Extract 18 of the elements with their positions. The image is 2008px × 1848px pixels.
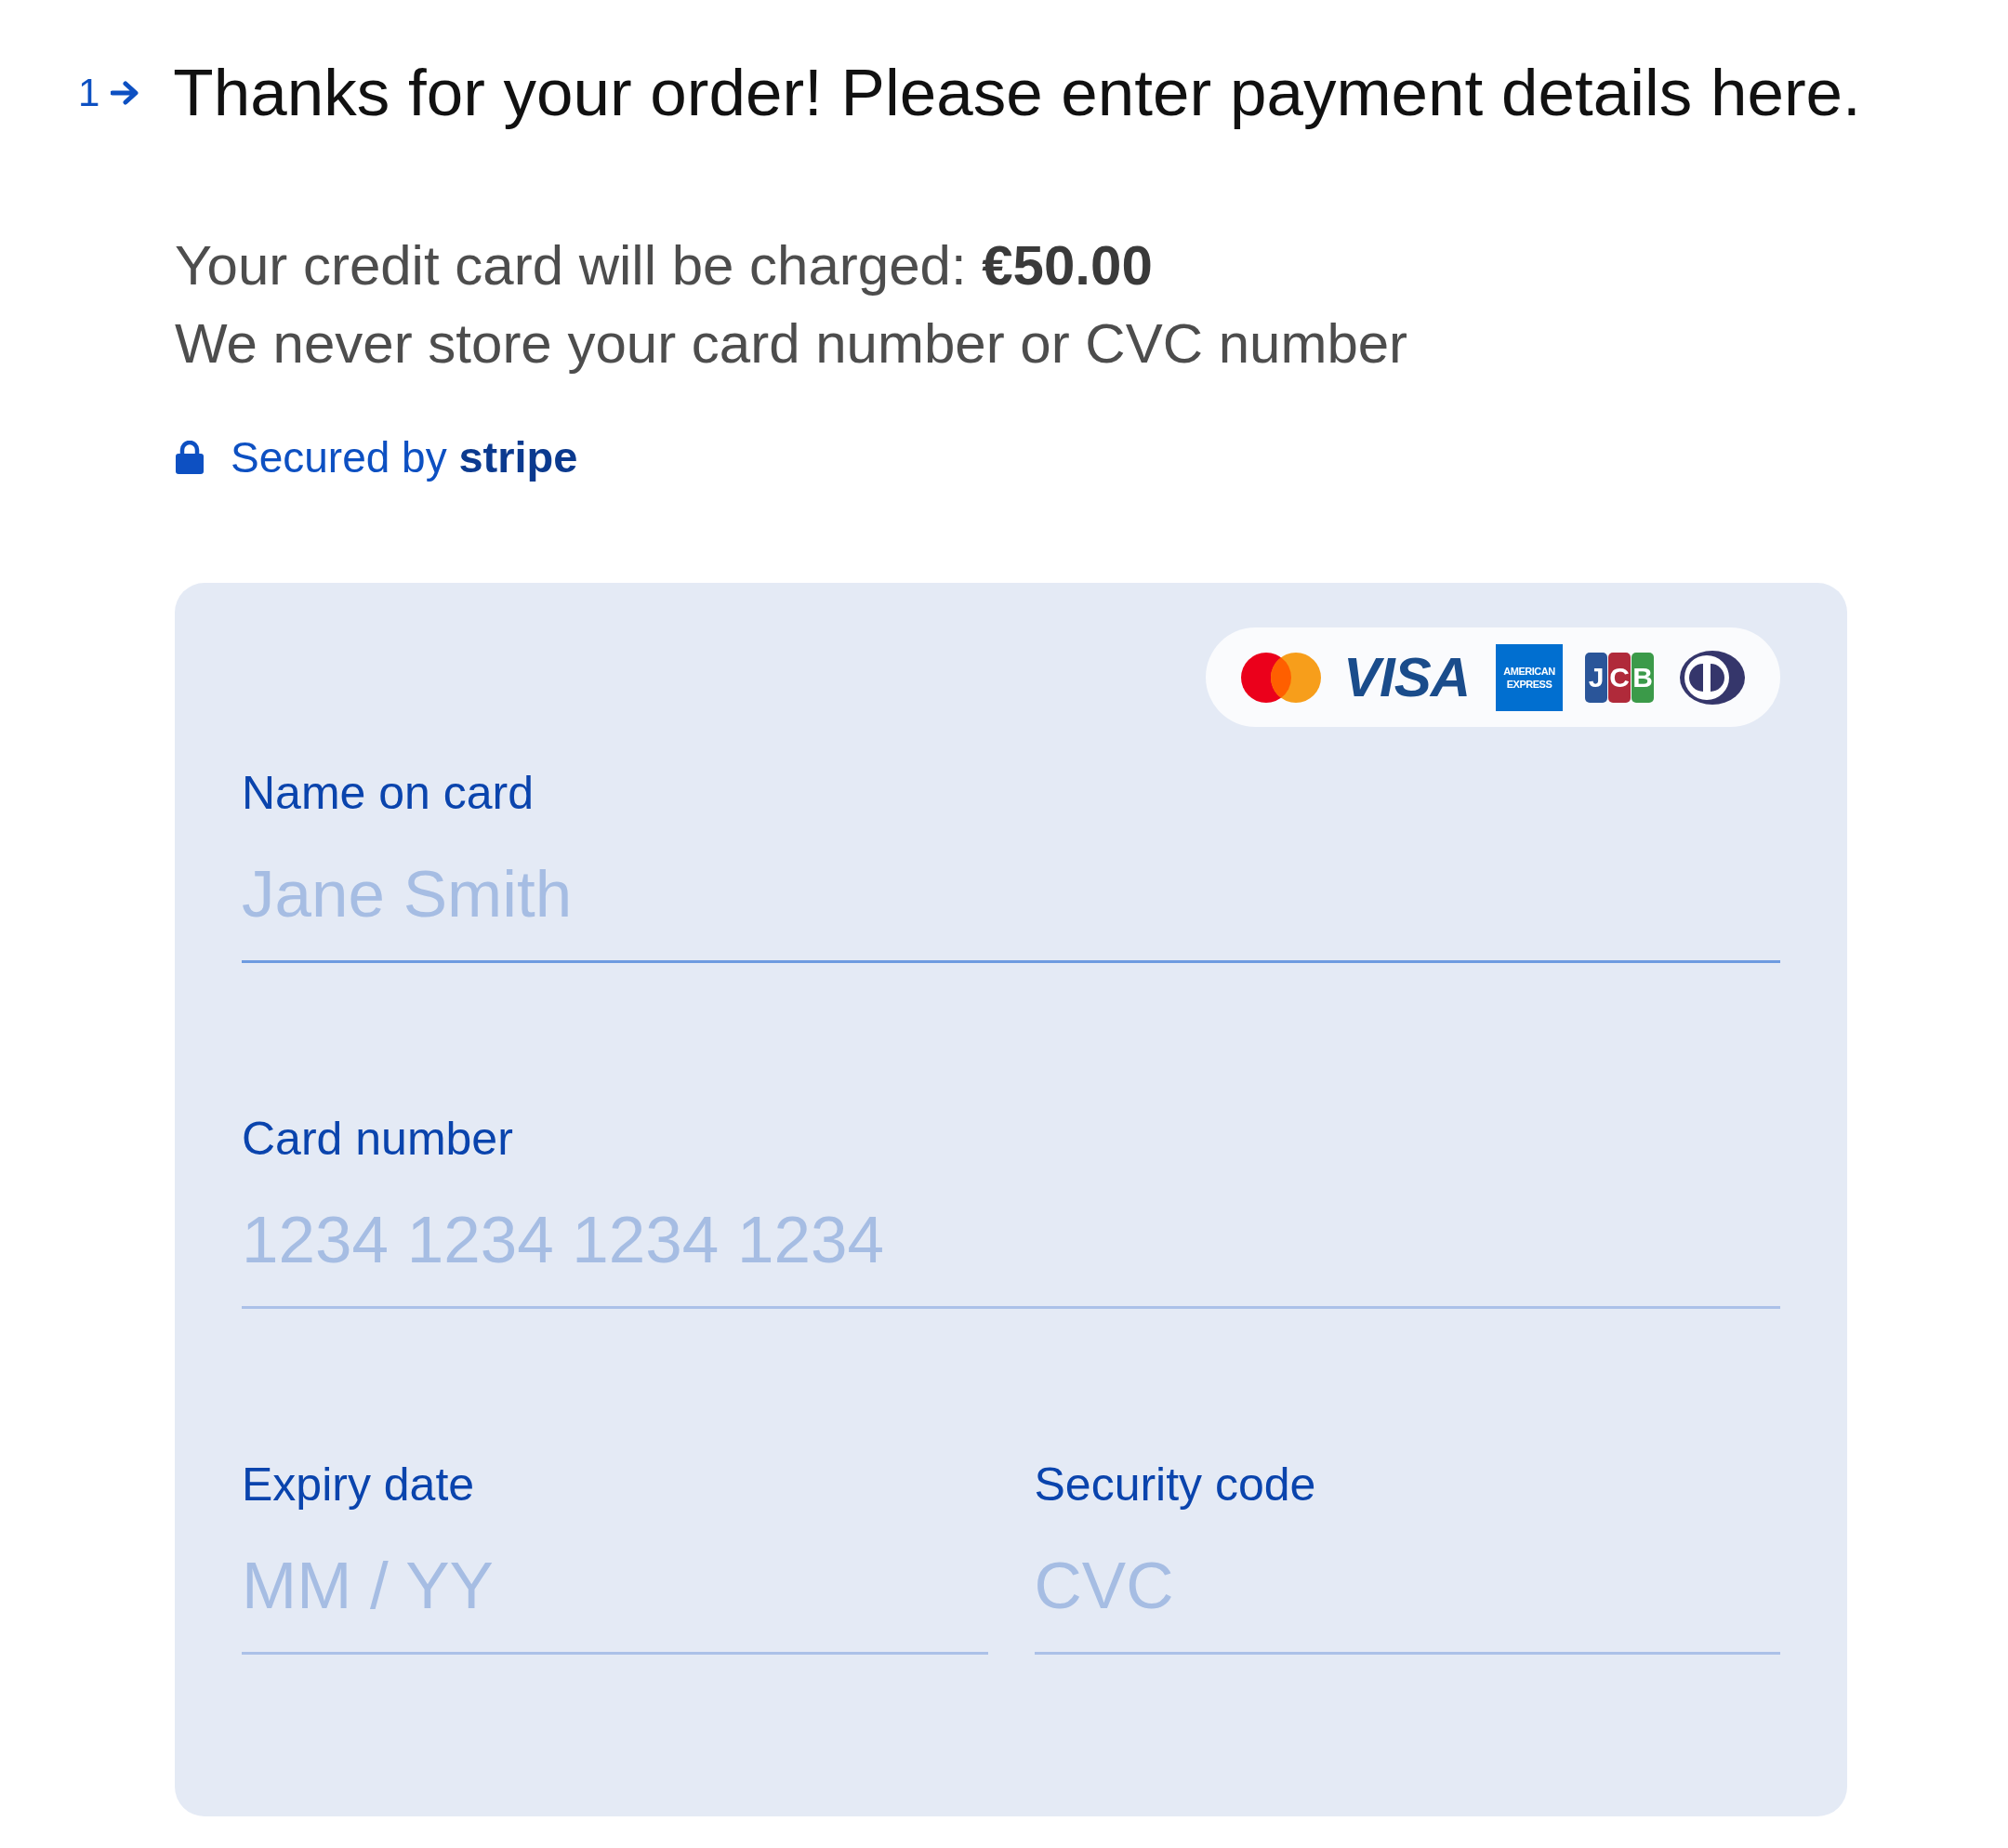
secured-by-stripe: Secured by stripe xyxy=(231,431,578,483)
card-brand-logo: AMERICAN EXPRESS xyxy=(1496,643,1563,711)
question-title: Thanks for your order! Please enter payment details here. xyxy=(173,55,1861,131)
input-field[interactable]: Jane Smith xyxy=(242,839,1780,963)
overlapping-circles-icon xyxy=(1240,652,1321,703)
field-label: Name on card xyxy=(242,767,535,819)
charge-notice: Your credit card will be charged: €50.00 xyxy=(175,233,1154,298)
question-number: 1 xyxy=(78,70,100,116)
card-brand-logo: VISA xyxy=(1342,651,1471,704)
input-field[interactable]: CVC xyxy=(1034,1531,1780,1655)
right-arrow-icon xyxy=(111,80,141,106)
storage-notice: We never store your card number or CVC number xyxy=(175,311,1409,376)
input-field[interactable]: 1234 1234 1234 1234 xyxy=(242,1185,1780,1309)
lock-icon xyxy=(175,441,205,474)
field-label: Expiry date xyxy=(242,1459,475,1511)
field-label: Security code xyxy=(1034,1459,1316,1511)
field-label: Card number xyxy=(242,1113,513,1165)
input-field[interactable]: MM / YY xyxy=(242,1531,988,1655)
